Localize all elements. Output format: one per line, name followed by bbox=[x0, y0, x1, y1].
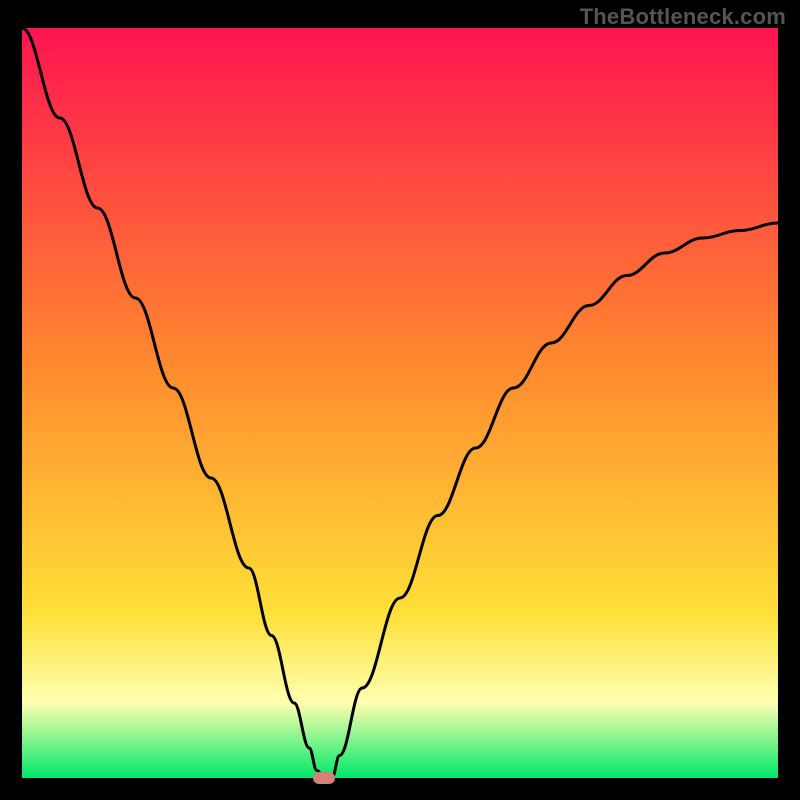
watermark-text: TheBottleneck.com bbox=[580, 4, 786, 30]
plot-gradient bbox=[22, 28, 778, 778]
optimum-marker bbox=[313, 772, 335, 784]
plot-background bbox=[0, 0, 800, 800]
chart-container: TheBottleneck.com bbox=[0, 0, 800, 800]
